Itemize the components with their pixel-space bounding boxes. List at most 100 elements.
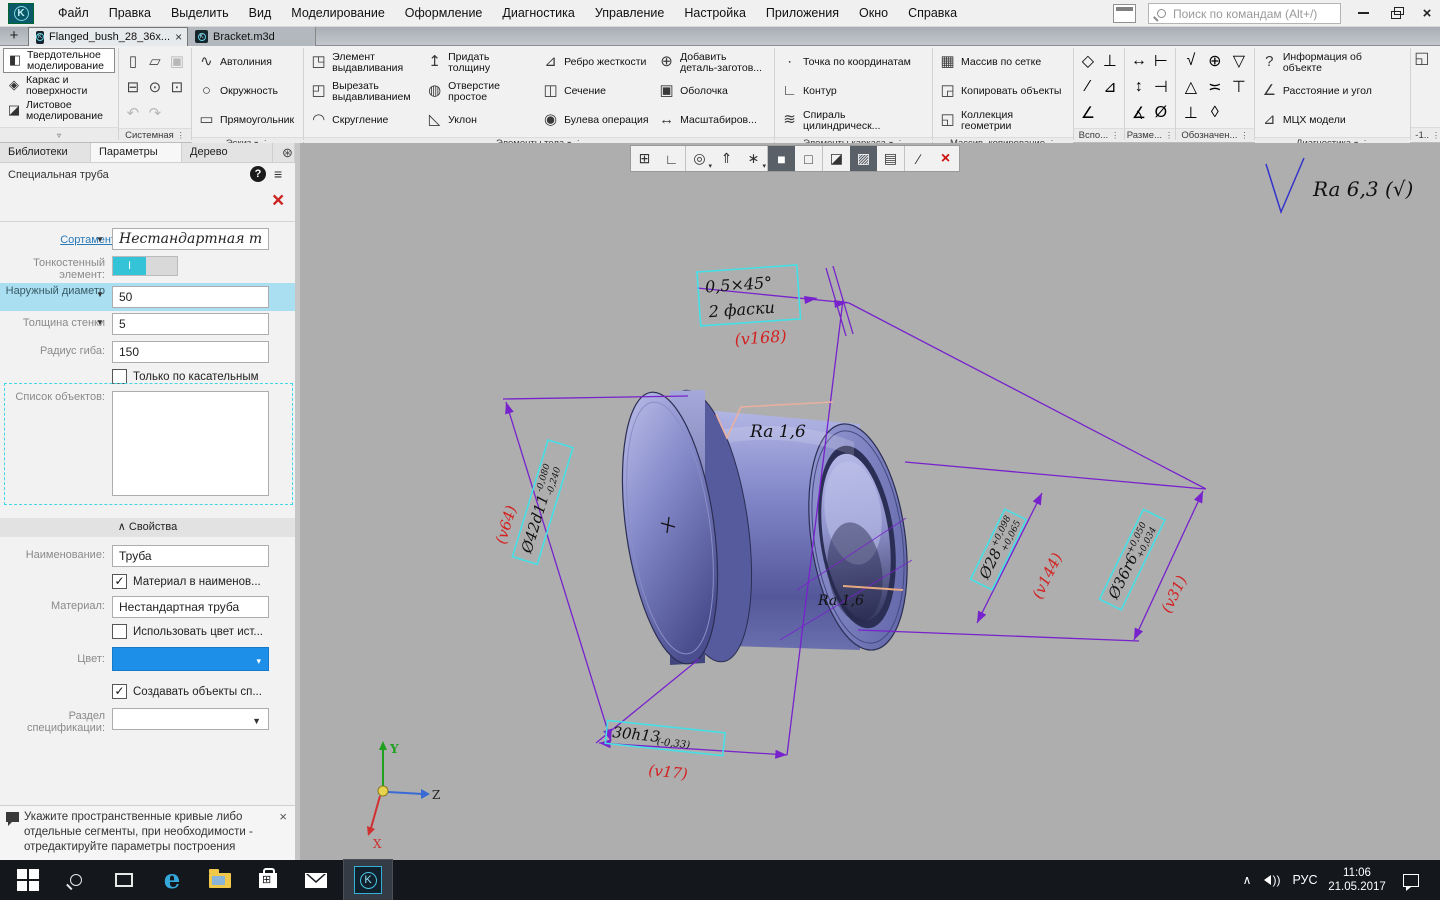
material-input[interactable] <box>112 596 269 618</box>
picker-icon[interactable]: ∕ <box>905 146 932 171</box>
geometry-collection-button[interactable]: ◱Коллекция геометрии <box>936 107 1070 135</box>
tab-libraries[interactable]: Библиотеки <box>0 143 91 162</box>
outer-diameter-input[interactable] <box>112 286 269 308</box>
distance-angle-button[interactable]: ∠Расстояние и угол <box>1258 78 1407 106</box>
thin-element-toggle[interactable]: I <box>112 256 178 276</box>
menu-modeling[interactable]: Моделирование <box>281 0 395 27</box>
menu-view[interactable]: Вид <box>239 0 282 27</box>
aux-plane-icon[interactable]: ◇ <box>1082 51 1094 71</box>
panel-gear-icon[interactable]: ⊛ <box>273 143 295 162</box>
object-info-button[interactable]: ?Информация об объекте <box>1258 49 1407 77</box>
mark-top-icon[interactable]: ⊤ <box>1232 77 1246 97</box>
section-view-icon[interactable]: ◪ <box>823 146 850 171</box>
window-layout-icon[interactable] <box>1113 4 1136 23</box>
grid-array-button[interactable]: ▦Массив по сетке <box>936 49 1070 77</box>
tab-parameters[interactable]: Параметры <box>91 143 182 162</box>
menu-select[interactable]: Выделить <box>161 0 239 27</box>
base-icon[interactable]: △ <box>1185 77 1197 97</box>
taskbar-search-button[interactable] <box>52 860 100 900</box>
angle-dim-icon[interactable]: ∡ <box>1132 103 1146 123</box>
start-button[interactable] <box>4 860 52 900</box>
report-icon[interactable]: ◱ <box>1414 50 1429 67</box>
dim-style-icon[interactable]: ⊣ <box>1154 77 1168 97</box>
zoom-tool-icon[interactable]: ◎▾ <box>686 146 713 171</box>
properties-section-header[interactable]: ∧ Свойства <box>0 518 295 537</box>
mail-button[interactable] <box>292 860 340 900</box>
undo-icon[interactable]: ↶ <box>127 104 140 122</box>
tangent-only-checkbox[interactable] <box>112 369 127 384</box>
aux-point-icon[interactable]: ∠ <box>1081 103 1095 123</box>
chamfer-variable[interactable]: (v168) <box>734 326 787 349</box>
tab-flanged-bush[interactable]: K Flanged_bush_28_36x... × <box>28 27 188 46</box>
section-button[interactable]: ◫Сечение <box>539 78 655 106</box>
diameter-dim-icon[interactable]: Ø <box>1155 104 1167 122</box>
dim-line-d42[interactable] <box>506 402 611 741</box>
thicken-button[interactable]: ↥Придать толщину <box>423 49 539 77</box>
shaded-view-icon[interactable]: ■ <box>768 146 795 171</box>
mark-diamond-icon[interactable]: ◊ <box>1211 104 1219 122</box>
extrude-button[interactable]: ◳Элемент выдавливания <box>307 49 423 77</box>
draft-button[interactable]: ◺Уклон <box>423 107 539 135</box>
datum-icon[interactable]: ⊕ <box>1208 51 1221 71</box>
tab-bracket[interactable]: K Bracket.m3d <box>188 27 316 46</box>
spec-section-combobox[interactable]: ▼ <box>112 708 269 730</box>
message-close-icon[interactable]: × <box>279 809 287 824</box>
chamfer-annotation[interactable]: 0,5×45° 2 фаски <box>697 265 801 326</box>
extension-line-long[interactable] <box>849 303 1206 489</box>
mode-frame-surfaces[interactable]: ◈Каркас и поверхности <box>3 73 115 98</box>
close-button[interactable]: × <box>1412 0 1440 26</box>
sortament-dropdown-icon[interactable]: ▼ <box>96 235 104 244</box>
aux-local-cs-icon[interactable]: ⊿ <box>1103 77 1116 97</box>
menu-settings[interactable]: Настройка <box>674 0 756 27</box>
sortament-input[interactable] <box>112 228 269 250</box>
search-input[interactable] <box>1173 4 1339 23</box>
contour-button[interactable]: ∟Контур <box>778 78 929 106</box>
scale-button[interactable]: ↔Масштабиров... <box>655 107 771 135</box>
aux-axis-icon[interactable]: ⊥ <box>1103 51 1117 71</box>
mode-solid-modeling[interactable]: ◧Твердотельное моделирование <box>3 48 115 73</box>
new-document-icon[interactable]: ▯ <box>129 52 137 70</box>
vertical-dim-icon[interactable]: ↕ <box>1135 78 1143 96</box>
edge-button[interactable]: e <box>148 860 196 900</box>
mode-sheet-modeling[interactable]: ◪Листовое моделирование <box>3 98 115 123</box>
command-search[interactable] <box>1148 3 1341 24</box>
graphics-viewport[interactable]: 0,5×45° 2 фаски (v168) Ø42d11 -0,080 -0,… <box>300 143 1440 860</box>
textured-view-icon[interactable]: ▨ <box>850 146 877 171</box>
tree-structure-icon[interactable]: ≡ <box>274 166 282 182</box>
boolean-button[interactable]: ◉Булева операция <box>539 107 655 135</box>
menu-window[interactable]: Окно <box>849 0 898 27</box>
dim-len30-variable[interactable]: (v17) <box>648 761 689 783</box>
menu-edit[interactable]: Правка <box>99 0 161 27</box>
aux-plane2-icon[interactable]: ∕ <box>1087 78 1090 96</box>
menu-diagnostics[interactable]: Диагностика <box>492 0 584 27</box>
abort-icon[interactable]: × <box>932 146 959 171</box>
menu-management[interactable]: Управление <box>585 0 675 27</box>
point-by-coords-button[interactable]: ∙Точка по координатам <box>778 49 929 77</box>
tolerance-icon[interactable]: ≍ <box>1208 77 1221 97</box>
shell-button[interactable]: ▣Оболочка <box>655 78 771 106</box>
menu-styling[interactable]: Оформление <box>395 0 493 27</box>
simple-hole-button[interactable]: ◍Отверстие простое <box>423 78 539 106</box>
restore-button[interactable] <box>1381 0 1411 26</box>
redo-icon[interactable]: ↷ <box>149 104 162 122</box>
task-view-button[interactable] <box>100 860 148 900</box>
print-icon[interactable]: ⊟ <box>127 78 140 96</box>
mass-properties-button[interactable]: ⊿МЦХ модели <box>1258 107 1407 135</box>
add-part-button[interactable]: ⊕Добавить деталь-заготов... <box>655 49 771 77</box>
dim-d28-variable[interactable]: (v144) <box>1028 550 1066 602</box>
cut-extrude-button[interactable]: ◰Вырезать выдавливанием <box>307 78 423 106</box>
save-as-icon[interactable]: ⊡ <box>171 78 184 96</box>
language-indicator[interactable]: РУС <box>1288 860 1322 900</box>
store-button[interactable] <box>244 860 292 900</box>
mode-group-footer[interactable]: ▿ <box>0 127 118 142</box>
menu-help[interactable]: Справка <box>898 0 967 27</box>
dim-d42-variable[interactable]: (v64) <box>492 503 521 546</box>
panel-close-icon[interactable]: × <box>272 189 284 213</box>
outer-diameter-dropdown-icon[interactable]: ▼ <box>96 290 104 299</box>
roughness-icon[interactable]: √ <box>1186 52 1195 70</box>
preview-icon[interactable]: ⊙ <box>149 78 162 96</box>
notification-center-button[interactable] <box>1396 860 1426 900</box>
orientation-triad[interactable]: Y Z X <box>367 741 440 851</box>
tab-close-icon[interactable]: × <box>175 30 182 44</box>
rib-button[interactable]: ⊿Ребро жесткости <box>539 49 655 77</box>
